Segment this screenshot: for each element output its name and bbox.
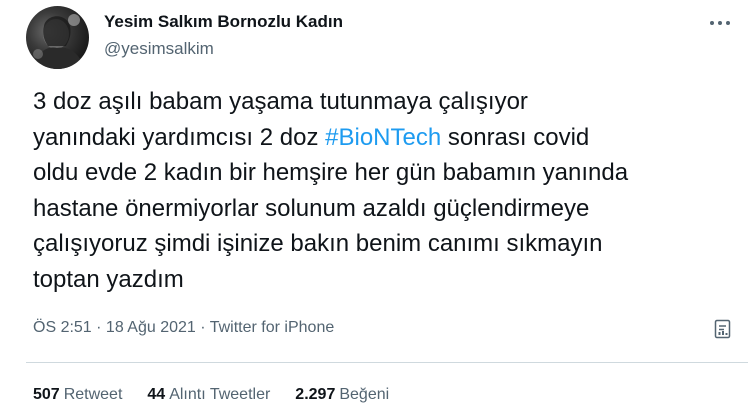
tweet-stats: 507 Retweet 44 Alıntı Tweetler 2.297 Beğeni bbox=[33, 385, 414, 405]
retweet-label: Retweet bbox=[63, 386, 123, 403]
quote-tweets-stat[interactable]: 44 Alıntı Tweetler bbox=[147, 385, 270, 405]
quote-tweets-count: 44 bbox=[147, 386, 166, 403]
tweet-date[interactable]: 18 Ağu 2021 bbox=[106, 319, 196, 336]
avatar-image bbox=[33, 14, 84, 69]
retweet-count: 507 bbox=[33, 386, 60, 403]
likes-stat[interactable]: 2.297 Beğeni bbox=[295, 385, 389, 405]
meta-separator: · bbox=[91, 319, 106, 336]
meta-separator: · bbox=[195, 319, 210, 336]
tweet-card: Yesim Salkım Bornozlu Kadın @yesimsalkim… bbox=[0, 0, 748, 419]
user-info: Yesim Salkım Bornozlu Kadın @yesimsalkim bbox=[104, 12, 343, 59]
tweet-meta: ÖS 2:51 · 18 Ağu 2021 · Twitter for iPho… bbox=[33, 318, 334, 338]
analytics-icon[interactable] bbox=[712, 318, 734, 340]
user-handle[interactable]: @yesimsalkim bbox=[104, 39, 343, 59]
divider bbox=[26, 362, 748, 363]
tweet-text: 3 doz aşılı babam yaşama tutunmaya çalış… bbox=[33, 84, 733, 297]
quote-tweets-label: Alıntı Tweetler bbox=[169, 386, 271, 403]
more-horizontal-icon[interactable] bbox=[708, 14, 732, 32]
analytics-icon-graphic bbox=[714, 319, 731, 339]
display-name[interactable]: Yesim Salkım Bornozlu Kadın bbox=[104, 12, 343, 32]
tweet-time[interactable]: ÖS 2:51 bbox=[33, 319, 92, 336]
likes-label: Beğeni bbox=[339, 386, 390, 403]
likes-count: 2.297 bbox=[295, 386, 336, 403]
tweet-source[interactable]: Twitter for iPhone bbox=[210, 319, 335, 336]
retweet-stat[interactable]: 507 Retweet bbox=[33, 385, 122, 405]
hashtag-link[interactable]: #BioNTech bbox=[325, 124, 441, 151]
avatar[interactable] bbox=[26, 6, 89, 69]
